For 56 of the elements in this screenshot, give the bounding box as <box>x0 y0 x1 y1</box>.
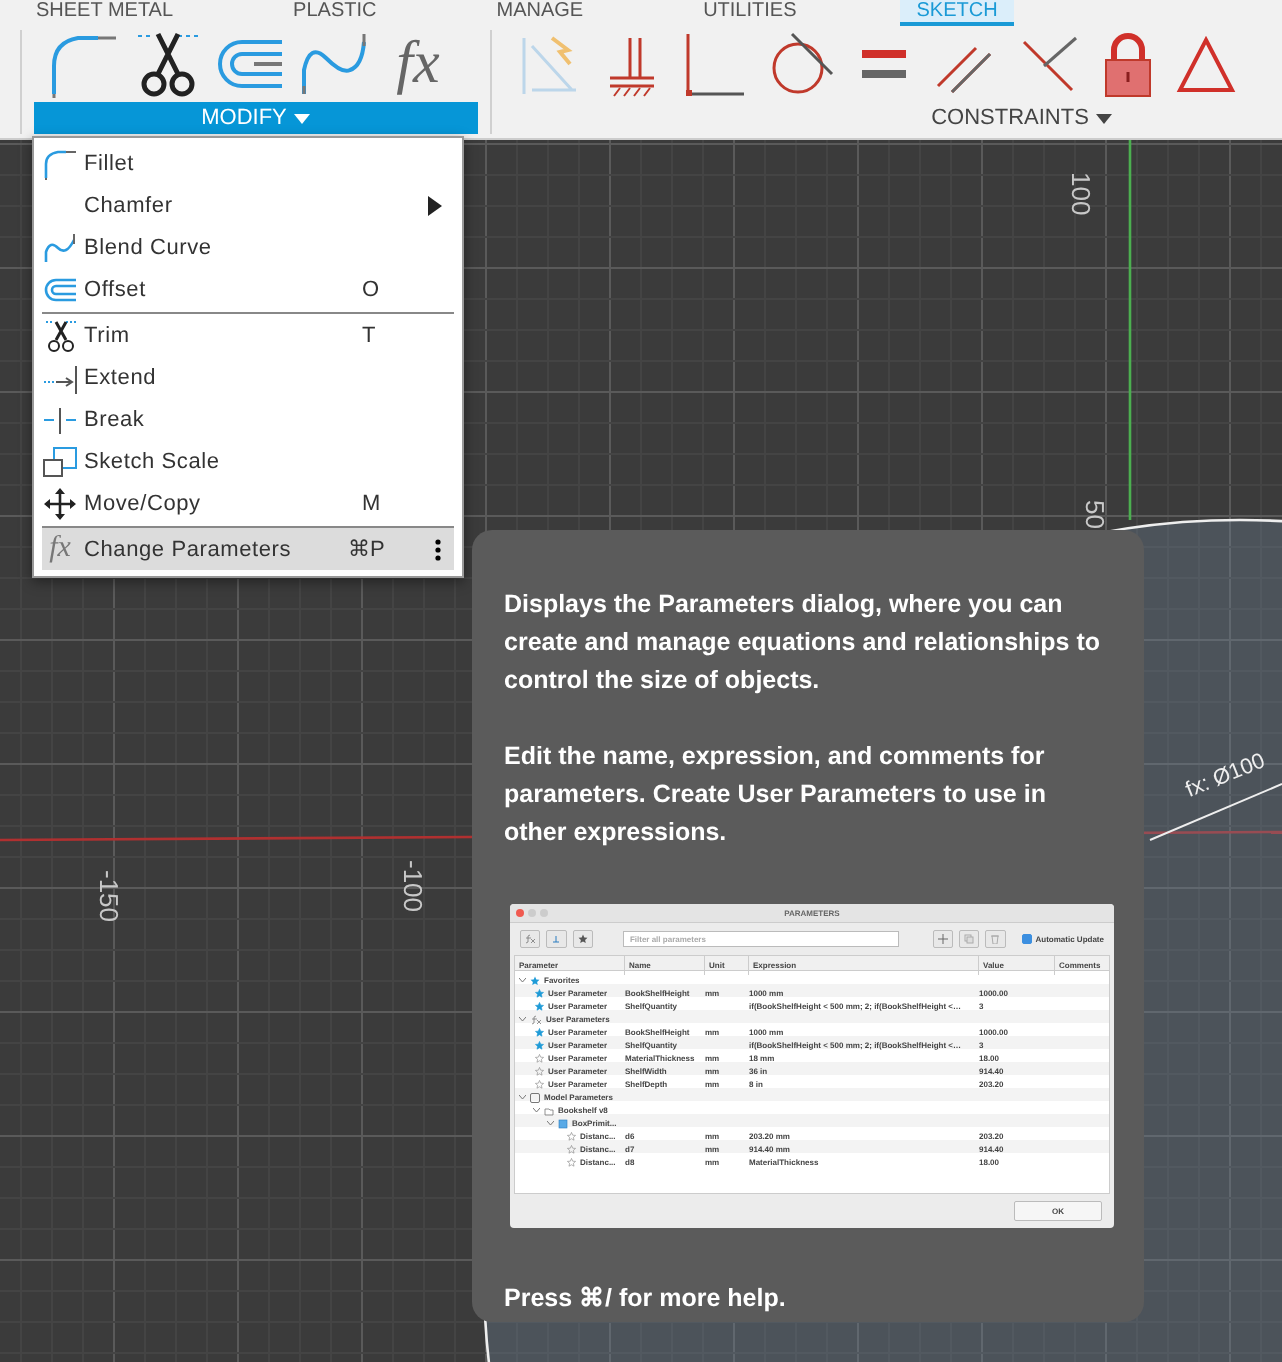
close-dot-icon <box>516 909 524 917</box>
box-icon <box>558 1118 568 1129</box>
spline-icon <box>42 231 78 263</box>
lock-icon[interactable] <box>1100 30 1156 98</box>
constraints-panel-button[interactable]: CONSTRAINTS <box>912 102 1132 134</box>
delete-button[interactable] <box>985 930 1006 948</box>
star-icon <box>530 975 540 986</box>
function-icon: fx <box>49 532 71 566</box>
scale-icon <box>42 445 78 477</box>
extend-icon <box>42 361 78 393</box>
ribbon-tab[interactable]: MANAGE <box>480 0 600 26</box>
menu-item[interactable]: fx Change Parameters ⌘P <box>42 528 454 570</box>
add-button[interactable] <box>932 930 953 948</box>
tooltip-text: Edit the name, expression, and comments for parameters. Create User Parameters to use in other expressions. <box>504 740 1048 850</box>
axis-label: -100 <box>398 860 428 913</box>
offset-icon <box>42 273 78 305</box>
spline-icon[interactable] <box>298 30 370 98</box>
favorite-button[interactable] <box>572 930 593 948</box>
more-options-icon[interactable] <box>434 537 442 561</box>
function-button[interactable] <box>520 930 541 948</box>
menu-item[interactable]: Blend Curve <box>42 226 454 268</box>
help-hint: Press ⌘/ for more help. <box>504 1282 788 1316</box>
copy-button[interactable] <box>958 930 980 948</box>
ribbon-tab[interactable]: PLASTIC <box>277 0 393 26</box>
copy-icon <box>964 934 975 944</box>
tangent-icon[interactable] <box>768 30 836 98</box>
dimension-label[interactable]: fx: Ø100 <box>1182 749 1269 803</box>
axis-label: 100 <box>1066 172 1096 216</box>
move-icon <box>42 487 78 519</box>
menu-item[interactable]: Offset O <box>42 268 454 310</box>
star-icon[interactable] <box>535 1002 544 1011</box>
star-icon <box>577 934 588 944</box>
ribbon-tab[interactable]: SHEET METAL <box>20 0 190 26</box>
menu-item[interactable]: Move/Copy M <box>42 482 454 524</box>
fillet-icon[interactable] <box>46 30 118 98</box>
ribbon-tab[interactable]: UTILITIES <box>687 0 813 26</box>
function-icon[interactable]: fx <box>382 30 454 98</box>
break-icon <box>42 403 78 435</box>
caret-icon <box>294 113 311 123</box>
checkbox[interactable] <box>1021 934 1032 944</box>
star-icon[interactable] <box>535 1041 544 1050</box>
menu-item[interactable]: Fillet <box>42 142 454 184</box>
star-icon[interactable] <box>535 989 544 998</box>
axis-label: 50 <box>1080 500 1110 529</box>
tooltip-text: Displays the Parameters dialog, where you can create and manage equations and relationships to control the size of objects. <box>504 588 1100 698</box>
caret-icon <box>1096 113 1113 123</box>
menu-item[interactable]: Extend <box>42 356 454 398</box>
scissors-icon <box>42 319 78 351</box>
menu-item[interactable]: Sketch Scale <box>42 440 454 482</box>
menu-item[interactable]: Chamfer <box>42 184 454 226</box>
menu-item[interactable]: Trim T <box>42 314 454 356</box>
axis-label: -150 <box>94 870 124 923</box>
star-icon[interactable] <box>535 1028 544 1037</box>
coincident-icon[interactable] <box>680 30 748 98</box>
menu-item[interactable]: Break <box>42 398 454 440</box>
fillet-icon <box>42 147 78 179</box>
